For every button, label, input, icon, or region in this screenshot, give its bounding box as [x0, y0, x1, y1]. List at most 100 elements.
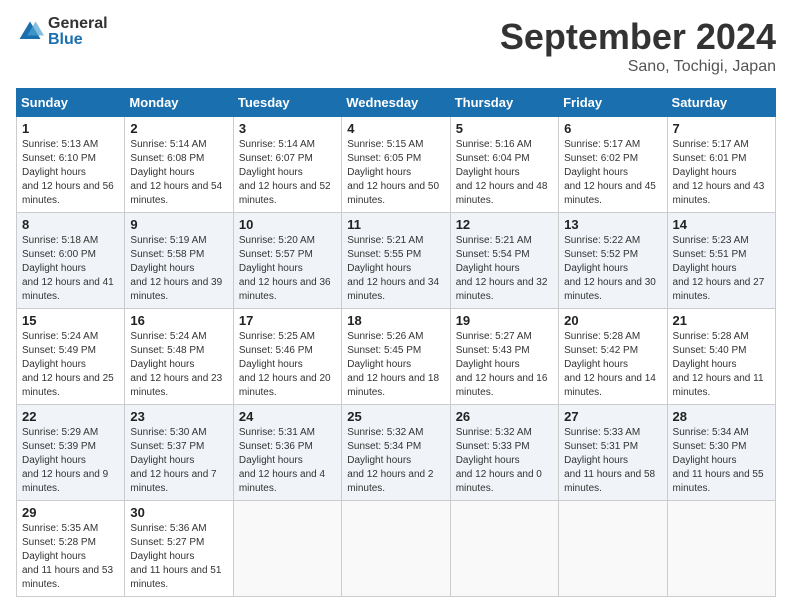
calendar-cell: 25 Sunrise: 5:32 AM Sunset: 5:34 PM Dayl… — [342, 405, 450, 501]
calendar-cell: 15 Sunrise: 5:24 AM Sunset: 5:49 PM Dayl… — [17, 309, 125, 405]
day-number: 4 — [347, 121, 444, 136]
calendar-table: SundayMondayTuesdayWednesdayThursdayFrid… — [16, 88, 776, 597]
day-number: 17 — [239, 313, 336, 328]
day-number: 30 — [130, 505, 227, 520]
day-info: Sunrise: 5:24 AM Sunset: 5:48 PM Dayligh… — [130, 330, 227, 400]
calendar-cell: 5 Sunrise: 5:16 AM Sunset: 6:04 PM Dayli… — [450, 117, 558, 213]
day-info: Sunrise: 5:32 AM Sunset: 5:34 PM Dayligh… — [347, 426, 444, 496]
day-info: Sunrise: 5:18 AM Sunset: 6:00 PM Dayligh… — [22, 234, 119, 304]
day-info: Sunrise: 5:28 AM Sunset: 5:40 PM Dayligh… — [673, 330, 770, 400]
day-info: Sunrise: 5:31 AM Sunset: 5:36 PM Dayligh… — [239, 426, 336, 496]
calendar-week-row: 1 Sunrise: 5:13 AM Sunset: 6:10 PM Dayli… — [17, 117, 776, 213]
day-number: 20 — [564, 313, 661, 328]
day-number: 1 — [22, 121, 119, 136]
header: General Blue September 2024 Sano, Tochig… — [16, 16, 776, 76]
calendar-cell: 9 Sunrise: 5:19 AM Sunset: 5:58 PM Dayli… — [125, 213, 233, 309]
calendar-cell: 6 Sunrise: 5:17 AM Sunset: 6:02 PM Dayli… — [559, 117, 667, 213]
day-info: Sunrise: 5:28 AM Sunset: 5:42 PM Dayligh… — [564, 330, 661, 400]
day-info: Sunrise: 5:29 AM Sunset: 5:39 PM Dayligh… — [22, 426, 119, 496]
day-info: Sunrise: 5:13 AM Sunset: 6:10 PM Dayligh… — [22, 138, 119, 208]
calendar-cell: 4 Sunrise: 5:15 AM Sunset: 6:05 PM Dayli… — [342, 117, 450, 213]
day-number: 10 — [239, 217, 336, 232]
weekday-header-friday: Friday — [559, 89, 667, 117]
calendar-cell: 27 Sunrise: 5:33 AM Sunset: 5:31 PM Dayl… — [559, 405, 667, 501]
logo-icon — [16, 18, 44, 46]
day-info: Sunrise: 5:21 AM Sunset: 5:54 PM Dayligh… — [456, 234, 553, 304]
calendar-cell: 14 Sunrise: 5:23 AM Sunset: 5:51 PM Dayl… — [667, 213, 775, 309]
calendar-cell: 17 Sunrise: 5:25 AM Sunset: 5:46 PM Dayl… — [233, 309, 341, 405]
logo-text: General Blue — [48, 16, 108, 48]
day-info: Sunrise: 5:26 AM Sunset: 5:45 PM Dayligh… — [347, 330, 444, 400]
calendar-cell — [450, 501, 558, 597]
day-number: 26 — [456, 409, 553, 424]
weekday-header-monday: Monday — [125, 89, 233, 117]
day-info: Sunrise: 5:27 AM Sunset: 5:43 PM Dayligh… — [456, 330, 553, 400]
calendar-cell: 30 Sunrise: 5:36 AM Sunset: 5:27 PM Dayl… — [125, 501, 233, 597]
day-info: Sunrise: 5:23 AM Sunset: 5:51 PM Dayligh… — [673, 234, 770, 304]
calendar-cell: 13 Sunrise: 5:22 AM Sunset: 5:52 PM Dayl… — [559, 213, 667, 309]
day-info: Sunrise: 5:35 AM Sunset: 5:28 PM Dayligh… — [22, 522, 119, 592]
day-number: 9 — [130, 217, 227, 232]
day-number: 18 — [347, 313, 444, 328]
calendar-week-row: 29 Sunrise: 5:35 AM Sunset: 5:28 PM Dayl… — [17, 501, 776, 597]
calendar-cell: 10 Sunrise: 5:20 AM Sunset: 5:57 PM Dayl… — [233, 213, 341, 309]
calendar-cell — [667, 501, 775, 597]
calendar-week-row: 15 Sunrise: 5:24 AM Sunset: 5:49 PM Dayl… — [17, 309, 776, 405]
calendar-cell: 7 Sunrise: 5:17 AM Sunset: 6:01 PM Dayli… — [667, 117, 775, 213]
title-section: September 2024 Sano, Tochigi, Japan — [500, 16, 776, 76]
day-info: Sunrise: 5:30 AM Sunset: 5:37 PM Dayligh… — [130, 426, 227, 496]
calendar-cell — [342, 501, 450, 597]
day-info: Sunrise: 5:20 AM Sunset: 5:57 PM Dayligh… — [239, 234, 336, 304]
logo-blue-text: Blue — [48, 32, 108, 48]
weekday-header-saturday: Saturday — [667, 89, 775, 117]
day-info: Sunrise: 5:25 AM Sunset: 5:46 PM Dayligh… — [239, 330, 336, 400]
day-info: Sunrise: 5:14 AM Sunset: 6:07 PM Dayligh… — [239, 138, 336, 208]
day-info: Sunrise: 5:22 AM Sunset: 5:52 PM Dayligh… — [564, 234, 661, 304]
day-number: 22 — [22, 409, 119, 424]
day-info: Sunrise: 5:17 AM Sunset: 6:01 PM Dayligh… — [673, 138, 770, 208]
calendar-cell: 20 Sunrise: 5:28 AM Sunset: 5:42 PM Dayl… — [559, 309, 667, 405]
weekday-header-sunday: Sunday — [17, 89, 125, 117]
month-title: September 2024 — [500, 16, 776, 58]
day-info: Sunrise: 5:19 AM Sunset: 5:58 PM Dayligh… — [130, 234, 227, 304]
calendar-cell: 3 Sunrise: 5:14 AM Sunset: 6:07 PM Dayli… — [233, 117, 341, 213]
day-number: 14 — [673, 217, 770, 232]
day-number: 24 — [239, 409, 336, 424]
day-number: 7 — [673, 121, 770, 136]
calendar-cell — [233, 501, 341, 597]
calendar-cell: 28 Sunrise: 5:34 AM Sunset: 5:30 PM Dayl… — [667, 405, 775, 501]
location-title: Sano, Tochigi, Japan — [500, 58, 776, 76]
calendar-cell: 26 Sunrise: 5:32 AM Sunset: 5:33 PM Dayl… — [450, 405, 558, 501]
calendar-cell: 24 Sunrise: 5:31 AM Sunset: 5:36 PM Dayl… — [233, 405, 341, 501]
day-number: 23 — [130, 409, 227, 424]
logo-general-text: General — [48, 16, 108, 32]
day-info: Sunrise: 5:14 AM Sunset: 6:08 PM Dayligh… — [130, 138, 227, 208]
day-info: Sunrise: 5:16 AM Sunset: 6:04 PM Dayligh… — [456, 138, 553, 208]
day-number: 28 — [673, 409, 770, 424]
calendar-cell: 8 Sunrise: 5:18 AM Sunset: 6:00 PM Dayli… — [17, 213, 125, 309]
calendar-cell: 19 Sunrise: 5:27 AM Sunset: 5:43 PM Dayl… — [450, 309, 558, 405]
calendar-cell: 12 Sunrise: 5:21 AM Sunset: 5:54 PM Dayl… — [450, 213, 558, 309]
day-info: Sunrise: 5:17 AM Sunset: 6:02 PM Dayligh… — [564, 138, 661, 208]
calendar-week-row: 22 Sunrise: 5:29 AM Sunset: 5:39 PM Dayl… — [17, 405, 776, 501]
calendar-week-row: 8 Sunrise: 5:18 AM Sunset: 6:00 PM Dayli… — [17, 213, 776, 309]
logo: General Blue — [16, 16, 108, 48]
day-number: 5 — [456, 121, 553, 136]
weekday-header-thursday: Thursday — [450, 89, 558, 117]
day-number: 15 — [22, 313, 119, 328]
calendar-cell: 18 Sunrise: 5:26 AM Sunset: 5:45 PM Dayl… — [342, 309, 450, 405]
day-number: 6 — [564, 121, 661, 136]
day-number: 12 — [456, 217, 553, 232]
day-info: Sunrise: 5:32 AM Sunset: 5:33 PM Dayligh… — [456, 426, 553, 496]
day-info: Sunrise: 5:36 AM Sunset: 5:27 PM Dayligh… — [130, 522, 227, 592]
day-number: 8 — [22, 217, 119, 232]
day-info: Sunrise: 5:33 AM Sunset: 5:31 PM Dayligh… — [564, 426, 661, 496]
calendar-cell: 23 Sunrise: 5:30 AM Sunset: 5:37 PM Dayl… — [125, 405, 233, 501]
weekday-header-tuesday: Tuesday — [233, 89, 341, 117]
day-number: 13 — [564, 217, 661, 232]
weekday-header-row: SundayMondayTuesdayWednesdayThursdayFrid… — [17, 89, 776, 117]
calendar-cell: 2 Sunrise: 5:14 AM Sunset: 6:08 PM Dayli… — [125, 117, 233, 213]
calendar-cell: 29 Sunrise: 5:35 AM Sunset: 5:28 PM Dayl… — [17, 501, 125, 597]
day-info: Sunrise: 5:24 AM Sunset: 5:49 PM Dayligh… — [22, 330, 119, 400]
calendar-cell: 16 Sunrise: 5:24 AM Sunset: 5:48 PM Dayl… — [125, 309, 233, 405]
